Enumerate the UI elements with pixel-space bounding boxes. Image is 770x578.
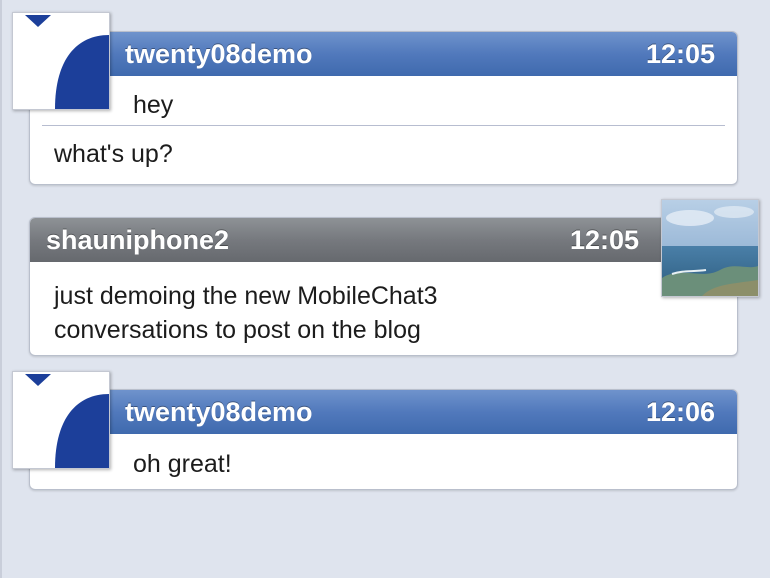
message-time: 12:06 xyxy=(645,396,715,427)
user-avatar[interactable] xyxy=(12,371,110,469)
message-time: 12:05 xyxy=(645,38,715,69)
blue-arc-avatar-icon xyxy=(25,374,109,468)
message-time: 12:05 xyxy=(569,224,639,255)
message-header: twenty08demo 12:06 xyxy=(30,390,737,434)
message-text: oh great! xyxy=(133,450,232,478)
message-header: shauniphone2 12:05 xyxy=(30,218,737,262)
sender-name: twenty08demo xyxy=(125,396,313,427)
sea-photo-avatar-icon xyxy=(662,200,758,296)
sender-name: twenty08demo xyxy=(125,38,313,69)
message-text: what's up? xyxy=(54,140,173,168)
blue-arc-avatar-icon xyxy=(25,15,109,109)
message-bubble[interactable]: twenty08demo 12:06 oh great! xyxy=(29,389,738,490)
user-avatar[interactable] xyxy=(12,12,110,110)
sender-name: shauniphone2 xyxy=(46,224,230,255)
message-bubble[interactable]: shauniphone2 12:05 just demoing the new … xyxy=(29,217,738,356)
screen-edge xyxy=(0,0,2,578)
message-text: just demoing the new MobileChat3 xyxy=(54,282,438,310)
message-bubble[interactable]: twenty08demo 12:05 hey what's up? xyxy=(29,31,738,185)
message-text: hey xyxy=(133,91,174,119)
user-avatar[interactable] xyxy=(661,199,759,297)
message-text: conversations to post on the blog xyxy=(54,316,421,344)
message-header: twenty08demo 12:05 xyxy=(30,32,737,76)
